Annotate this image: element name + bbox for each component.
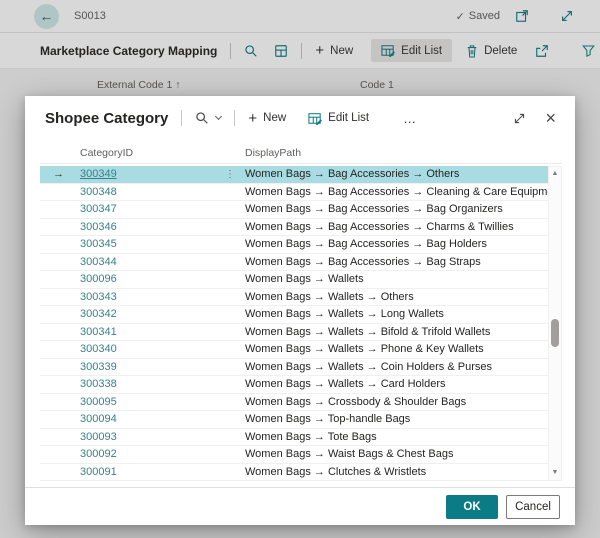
category-table-body: → 300349 ⋮ Women Bags → Bag Accessories … — [40, 166, 548, 481]
dialog-title: Shopee Category — [45, 110, 168, 127]
dialog-edit-list-label: Edit List — [328, 112, 369, 124]
table-row[interactable]: 300348 Women Bags → Bag Accessories → Cl… — [40, 184, 548, 202]
display-path-cell: Women Bags → Top-handle Bags — [245, 413, 548, 425]
display-path-cell: Women Bags → Clutches & Wristlets — [245, 466, 548, 478]
dialog-new-label: New — [263, 112, 286, 124]
display-path-cell: Women Bags → Wallets → Phone & Key Walle… — [245, 343, 548, 355]
table-row[interactable]: 300347 Women Bags → Bag Accessories → Ba… — [40, 201, 548, 219]
expand-dialog-icon[interactable] — [513, 112, 526, 125]
category-id-link[interactable]: 300096 — [80, 273, 225, 285]
table-row[interactable]: 300346 Women Bags → Bag Accessories → Ch… — [40, 219, 548, 237]
table-row[interactable]: → 300349 ⋮ Women Bags → Bag Accessories … — [40, 166, 548, 184]
dialog-footer: OK Cancel — [25, 487, 575, 525]
category-id-link[interactable]: 300342 — [80, 308, 225, 320]
category-id-link[interactable]: 300093 — [80, 431, 225, 443]
row-options-icon[interactable]: ⋮ — [225, 169, 245, 180]
display-path-cell: Women Bags → Bag Accessories → Cleaning … — [245, 186, 548, 198]
category-id-link[interactable]: 300346 — [80, 221, 225, 233]
table-row[interactable]: 300345 Women Bags → Bag Accessories → Ba… — [40, 236, 548, 254]
display-path-cell: Women Bags → Wallets — [245, 273, 548, 285]
scroll-up-icon[interactable]: ▲ — [549, 169, 561, 179]
category-id-link[interactable]: 300339 — [80, 361, 225, 373]
category-id-link[interactable]: 300344 — [80, 256, 225, 268]
table-row[interactable]: 300342 Women Bags → Wallets → Long Walle… — [40, 306, 548, 324]
ok-button[interactable]: OK — [446, 495, 498, 519]
display-path-cell: Women Bags → Wallets → Long Wallets — [245, 308, 548, 320]
divider — [234, 110, 235, 126]
scrollbar-thumb[interactable] — [551, 319, 559, 347]
scrollbar[interactable]: ▲ ▼ — [548, 166, 562, 481]
edit-list-icon — [308, 112, 322, 125]
table-row[interactable]: 300340 Women Bags → Wallets → Phone & Ke… — [40, 341, 548, 359]
display-path-cell: Women Bags → Crossbody & Shoulder Bags — [245, 396, 548, 408]
category-id-link[interactable]: 300338 — [80, 378, 225, 390]
display-path-cell: Women Bags → Bag Accessories → Bag Organ… — [245, 203, 548, 215]
plus-icon: + — [248, 111, 257, 126]
table-row[interactable]: 300344 Women Bags → Bag Accessories → Ba… — [40, 254, 548, 272]
dialog-new-button[interactable]: + New — [248, 111, 286, 126]
table-row[interactable]: 300341 Women Bags → Wallets → Bifold & T… — [40, 324, 548, 342]
dialog-header-right: × — [513, 109, 556, 127]
category-id-link[interactable]: 300095 — [80, 396, 225, 408]
table-row[interactable]: 300343 Women Bags → Wallets → Others — [40, 289, 548, 307]
display-path-cell: Women Bags → Wallets → Others — [245, 291, 548, 303]
display-path-cell: Women Bags → Bag Accessories → Others — [245, 168, 548, 180]
category-id-link[interactable]: 300094 — [80, 413, 225, 425]
category-id-link[interactable]: 300345 — [80, 238, 225, 250]
display-path-cell: Women Bags → Wallets → Card Holders — [245, 378, 548, 390]
shopee-category-dialog: Shopee Category + New Edit List … — [25, 96, 575, 525]
table-row[interactable]: 300091 Women Bags → Clutches & Wristlets — [40, 464, 548, 482]
table-row[interactable]: 300338 Women Bags → Wallets → Card Holde… — [40, 376, 548, 394]
divider — [181, 110, 182, 126]
category-id-link[interactable]: 300343 — [80, 291, 225, 303]
scroll-down-icon[interactable]: ▼ — [549, 468, 561, 478]
close-icon[interactable]: × — [545, 109, 556, 127]
table-row[interactable]: 300094 Women Bags → Top-handle Bags — [40, 411, 548, 429]
category-id-link[interactable]: 300347 — [80, 203, 225, 215]
table-row[interactable]: 300339 Women Bags → Wallets → Coin Holde… — [40, 359, 548, 377]
more-actions-icon[interactable]: … — [403, 111, 417, 126]
table-row[interactable]: 300095 Women Bags → Crossbody & Shoulder… — [40, 394, 548, 412]
display-path-cell: Women Bags → Waist Bags & Chest Bags — [245, 448, 548, 460]
display-path-cell: Women Bags → Bag Accessories → Bag Strap… — [245, 256, 548, 268]
category-id-link[interactable]: 300091 — [80, 466, 225, 478]
category-id-link[interactable]: 300341 — [80, 326, 225, 338]
category-id-link[interactable]: 300349 — [80, 168, 225, 180]
display-path-cell: Women Bags → Tote Bags — [245, 431, 548, 443]
category-id-link[interactable]: 300348 — [80, 186, 225, 198]
column-header-display-path[interactable]: DisplayPath — [245, 147, 301, 159]
dialog-edit-list-button[interactable]: Edit List — [308, 112, 369, 125]
row-selector-arrow: → — [40, 168, 80, 180]
table-row[interactable]: 300092 Women Bags → Waist Bags & Chest B… — [40, 446, 548, 464]
table-row[interactable]: 300096 Women Bags → Wallets — [40, 271, 548, 289]
display-path-cell: Women Bags → Wallets → Coin Holders & Pu… — [245, 361, 548, 373]
dialog-grid-header: CategoryID DisplayPath — [40, 142, 562, 164]
dialog-header: Shopee Category + New Edit List … — [25, 96, 575, 140]
category-id-link[interactable]: 300092 — [80, 448, 225, 460]
display-path-cell: Women Bags → Wallets → Bifold & Trifold … — [245, 326, 548, 338]
chevron-down-icon[interactable] — [215, 113, 222, 120]
category-id-link[interactable]: 300340 — [80, 343, 225, 355]
search-icon[interactable] — [195, 111, 209, 125]
display-path-cell: Women Bags → Bag Accessories → Charms & … — [245, 221, 548, 233]
table-row[interactable]: 300093 Women Bags → Tote Bags — [40, 429, 548, 447]
display-path-cell: Women Bags → Bag Accessories → Bag Holde… — [245, 238, 548, 250]
column-header-category-id[interactable]: CategoryID — [80, 147, 133, 159]
cancel-button[interactable]: Cancel — [506, 495, 560, 519]
